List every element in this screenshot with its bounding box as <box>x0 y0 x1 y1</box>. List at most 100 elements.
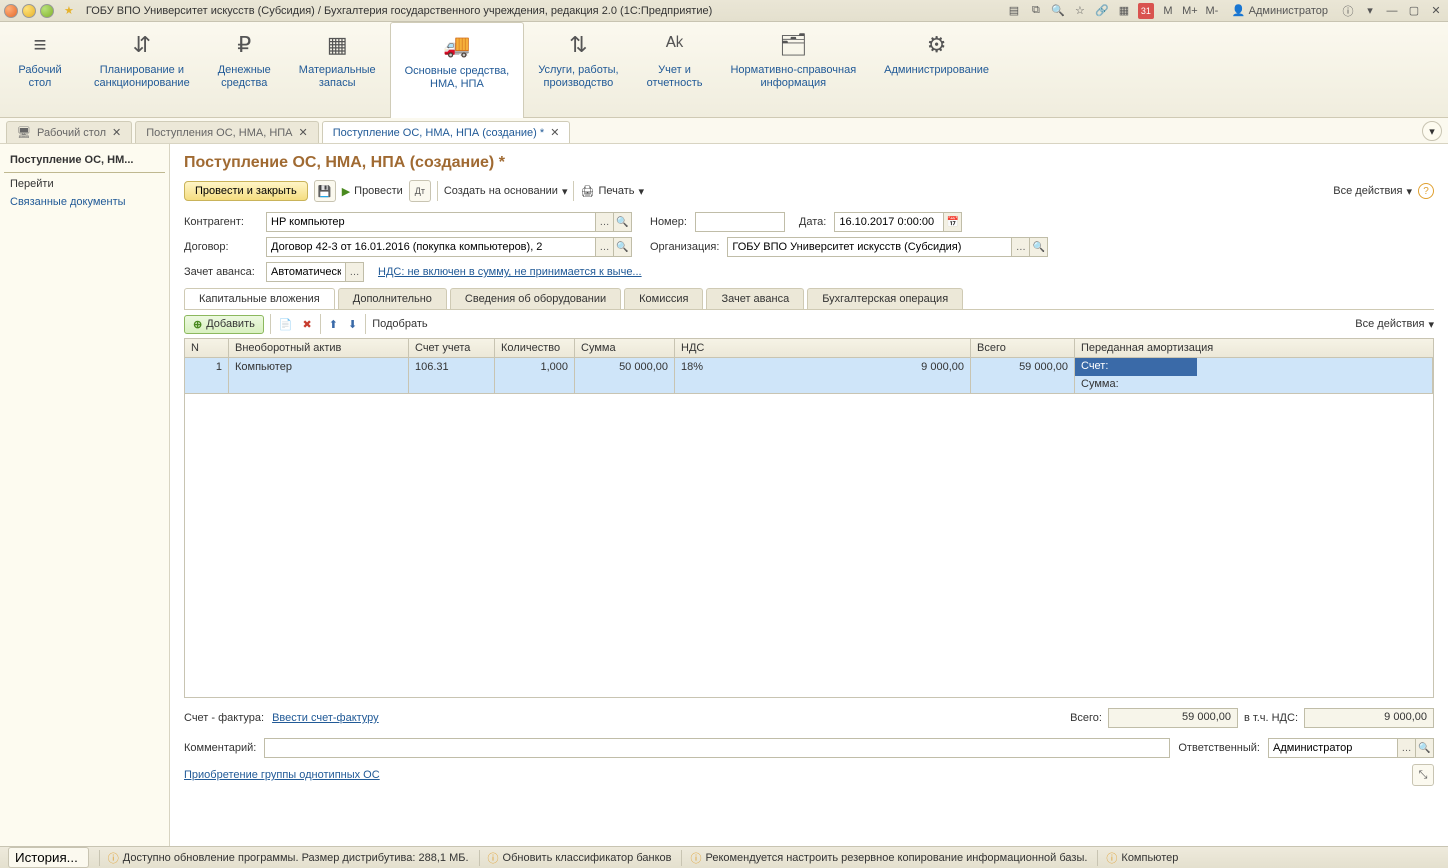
copy-icon[interactable]: ⧉ <box>1028 3 1044 19</box>
help-icon[interactable]: ? <box>1418 183 1434 199</box>
create-based-button[interactable]: Создать на основании ▾ <box>444 185 568 198</box>
open-icon[interactable]: 🔍 <box>614 212 632 232</box>
cell-n[interactable]: 1 <box>185 358 229 394</box>
move-up-icon[interactable]: ⬆ <box>327 316 340 333</box>
tab-close-icon[interactable]: ✕ <box>112 126 121 139</box>
number-input[interactable] <box>695 212 785 232</box>
status-backup[interactable]: ⓘРекомендуется настроить резервное копир… <box>681 850 1087 866</box>
subtab-commission[interactable]: Комиссия <box>624 288 703 309</box>
cell-qty[interactable]: 1,000 <box>495 358 575 394</box>
col-account[interactable]: Счет учета <box>409 339 495 357</box>
link-icon[interactable]: 🔗 <box>1094 3 1110 19</box>
star-icon[interactable]: ☆ <box>1072 3 1088 19</box>
calendar-icon[interactable]: 📅 <box>944 212 962 232</box>
tab-close-icon[interactable]: ✕ <box>299 126 308 139</box>
status-banks[interactable]: ⓘОбновить классификатор банков <box>479 850 672 866</box>
close-icon[interactable]: ✕ <box>1428 3 1444 19</box>
cell-total[interactable]: 59 000,00 <box>971 358 1075 394</box>
ribbon-reference[interactable]: 🗂Нормативно-справочнаяинформация <box>716 22 870 117</box>
add-button[interactable]: ⊕Добавить <box>184 315 264 334</box>
col-asset[interactable]: Внеоборотный актив <box>229 339 409 357</box>
responsible-input[interactable] <box>1268 738 1398 758</box>
tab-desktop[interactable]: 🖥 Рабочий стол ✕ <box>6 121 132 143</box>
ribbon-fixed-assets[interactable]: 🚚Основные средства,НМА, НПА <box>390 22 525 118</box>
col-qty[interactable]: Количество <box>495 339 575 357</box>
dt-kt-icon[interactable]: Дт <box>409 180 431 202</box>
sidebar-related-docs[interactable]: Связанные документы <box>4 193 165 211</box>
ribbon-services[interactable]: ⇅Услуги, работы,производство <box>524 22 632 117</box>
dropdown-icon[interactable]: ▾ <box>1362 3 1378 19</box>
copy-row-icon[interactable]: 📄 <box>277 316 295 333</box>
select-icon[interactable]: … <box>596 212 614 232</box>
select-icon[interactable]: … <box>1012 237 1030 257</box>
save-icon[interactable]: 💾 <box>314 180 336 202</box>
open-icon[interactable]: 🔍 <box>1030 237 1048 257</box>
pick-button[interactable]: Подобрать <box>372 318 427 330</box>
grid-all-actions[interactable]: Все действия ▾ <box>1355 318 1434 331</box>
subtab-capital[interactable]: Капитальные вложения <box>184 288 335 309</box>
cell-sum[interactable]: 50 000,00 <box>575 358 675 394</box>
subtab-additional[interactable]: Дополнительно <box>338 288 447 309</box>
star-icon[interactable]: ★ <box>64 4 74 17</box>
all-actions-button[interactable]: Все действия ▾ <box>1333 185 1412 198</box>
ribbon-money[interactable]: ₽Денежныесредства <box>204 22 285 117</box>
open-icon[interactable]: 🔍 <box>614 237 632 257</box>
status-update[interactable]: ⓘДоступно обновление программы. Размер д… <box>99 850 469 866</box>
resize-icon[interactable]: ⤡ <box>1412 764 1434 786</box>
search-icon[interactable]: 🔍 <box>1050 3 1066 19</box>
group-purchase-link[interactable]: Приобретение группы однотипных ОС <box>184 769 380 781</box>
memory-m[interactable]: M <box>1160 3 1176 19</box>
grid-row[interactable]: 1 Компьютер 106.31 1,000 50 000,00 18% 9… <box>185 358 1433 394</box>
user-block[interactable]: 👤 Администратор <box>1232 4 1328 17</box>
grid-icon[interactable]: ▦ <box>1116 3 1132 19</box>
history-button[interactable]: История... <box>8 847 89 868</box>
subtab-advance[interactable]: Зачет аванса <box>706 288 804 309</box>
ribbon-desktop[interactable]: ≡Рабочийстол <box>0 22 80 117</box>
cell-asset[interactable]: Компьютер <box>229 358 409 394</box>
select-icon[interactable]: … <box>1398 738 1416 758</box>
contract-input[interactable] <box>266 237 596 257</box>
maximize-icon[interactable]: ▢ <box>1406 3 1422 19</box>
ribbon-accounting[interactable]: ᴬᵏУчет иотчетность <box>633 22 717 117</box>
tabs-collapse-icon[interactable]: ▾ <box>1422 121 1442 141</box>
page-icon[interactable]: ▤ <box>1006 3 1022 19</box>
move-down-icon[interactable]: ⬇ <box>346 316 359 333</box>
ribbon-admin[interactable]: ⚙Администрирование <box>870 22 1003 117</box>
org-input[interactable] <box>727 237 1012 257</box>
col-n[interactable]: N <box>185 339 229 357</box>
tab-document[interactable]: Поступление ОС, НМА, НПА (создание) * ✕ <box>322 121 571 143</box>
open-icon[interactable]: 🔍 <box>1416 738 1434 758</box>
memory-mplus[interactable]: M+ <box>1182 3 1198 19</box>
cell-amort[interactable]: Счет: Сумма: <box>1075 358 1433 394</box>
info-icon[interactable]: ⓘ <box>1340 3 1356 19</box>
vat-settings-link[interactable]: НДС: не включен в сумму, не принимается … <box>378 266 642 278</box>
subtab-operation[interactable]: Бухгалтерская операция <box>807 288 963 309</box>
calendar-icon[interactable]: 31 <box>1138 3 1154 19</box>
delete-row-icon[interactable]: ✖ <box>301 316 314 333</box>
window-btn[interactable] <box>40 4 54 18</box>
memory-mminus[interactable]: M- <box>1204 3 1220 19</box>
contractor-input[interactable] <box>266 212 596 232</box>
advance-input[interactable] <box>266 262 346 282</box>
post-button[interactable]: ▶ Провести <box>342 185 403 198</box>
col-total[interactable]: Всего <box>971 339 1075 357</box>
cell-vat[interactable]: 18% 9 000,00 <box>675 358 971 394</box>
cell-account[interactable]: 106.31 <box>409 358 495 394</box>
subtab-equipment[interactable]: Сведения об оборудовании <box>450 288 621 309</box>
post-and-close-button[interactable]: Провести и закрыть <box>184 181 308 201</box>
date-input[interactable] <box>834 212 944 232</box>
tab-close-icon[interactable]: ✕ <box>550 126 559 139</box>
amort-sum[interactable]: Сумма: <box>1075 376 1197 393</box>
select-icon[interactable]: … <box>346 262 364 282</box>
tab-list[interactable]: Поступления ОС, НМА, НПА ✕ <box>135 121 318 143</box>
window-btn[interactable] <box>22 4 36 18</box>
ribbon-materials[interactable]: ▦Материальныезапасы <box>285 22 390 117</box>
minimize-icon[interactable]: — <box>1384 3 1400 19</box>
amort-account[interactable]: Счет: <box>1075 358 1197 376</box>
print-button[interactable]: 🖨 Печать ▾ <box>580 185 644 198</box>
col-sum[interactable]: Сумма <box>575 339 675 357</box>
comment-input[interactable] <box>264 738 1170 758</box>
enter-invoice-link[interactable]: Ввести счет-фактуру <box>272 712 379 724</box>
ribbon-planning[interactable]: ⇵Планирование исанкционирование <box>80 22 204 117</box>
col-amort[interactable]: Переданная амортизация <box>1075 339 1347 357</box>
